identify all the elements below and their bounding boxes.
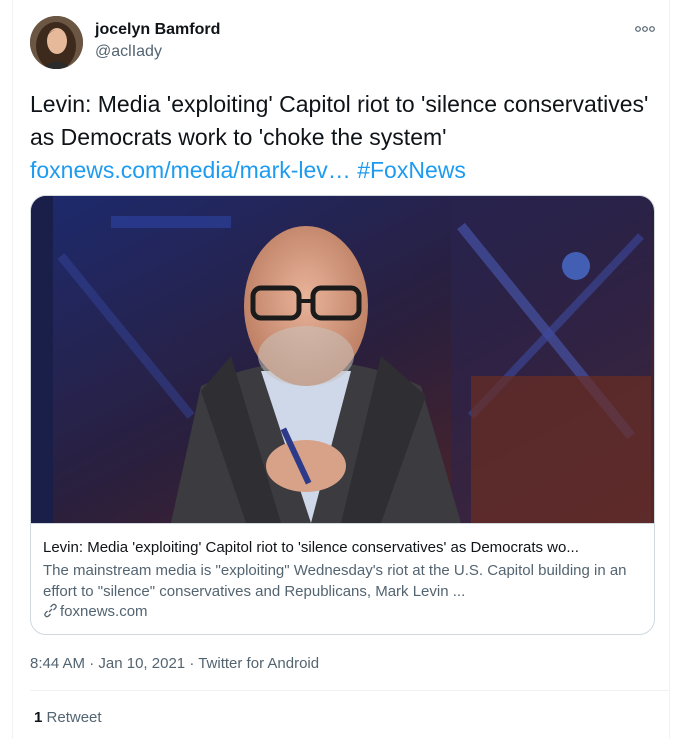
tweet-meta: 8:44 AM · Jan 10, 2021 · Twitter for And… <box>30 654 319 674</box>
user-avatar[interactable] <box>30 16 83 69</box>
card-domain: foxnews.com <box>43 602 148 624</box>
tweet-time[interactable]: 8:44 AM <box>30 655 85 672</box>
tweet-date[interactable]: Jan 10, 2021 <box>98 655 185 672</box>
link-card[interactable]: Levin: Media 'exploiting' Capitol riot t… <box>30 195 655 635</box>
tweet-source[interactable]: Twitter for Android <box>198 655 319 672</box>
user-handle[interactable]: @aclIady <box>95 42 162 62</box>
divider <box>30 690 670 691</box>
tweet-text: Levin: Media 'exploiting' Capitol riot t… <box>30 88 670 187</box>
tweet-link[interactable]: foxnews.com/media/mark-lev… <box>30 157 351 183</box>
retweet-stats[interactable]: 1 Retweet <box>34 708 102 728</box>
retweet-label: Retweet <box>46 709 102 726</box>
link-icon <box>43 603 58 624</box>
meta-separator: · <box>89 655 95 672</box>
meta-separator: · <box>189 655 195 672</box>
user-display-name[interactable]: jocelyn Bamford <box>95 20 220 40</box>
tweet-body: Levin: Media 'exploiting' Capitol riot t… <box>30 91 649 150</box>
card-title: Levin: Media 'exploiting' Capitol riot t… <box>43 539 579 556</box>
tweet-hashtag[interactable]: #FoxNews <box>357 157 466 183</box>
retweet-count: 1 <box>34 709 43 726</box>
card-description: The mainstream media is "exploiting" Wed… <box>43 562 627 600</box>
card-domain-text: foxnews.com <box>60 603 148 620</box>
card-image <box>31 196 654 524</box>
more-options-icon[interactable] <box>634 22 656 36</box>
